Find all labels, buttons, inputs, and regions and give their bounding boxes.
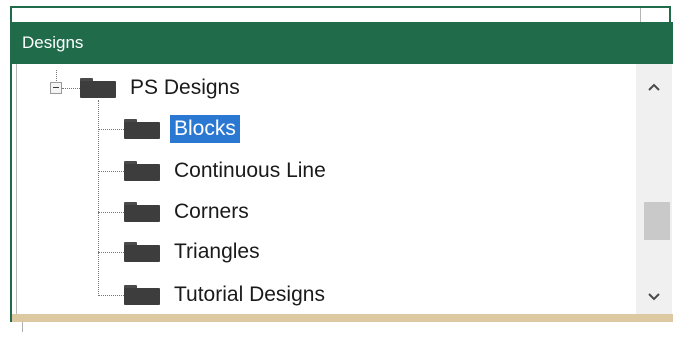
tree-connector-line [98, 129, 124, 130]
folder-icon [124, 202, 160, 222]
scroll-thumb[interactable] [644, 202, 670, 240]
bottom-splitter[interactable] [12, 314, 673, 322]
designs-panel-frame: Designs PS Designs Blocks Continuous Lin… [0, 0, 673, 337]
tree-node-continuous-line[interactable]: Continuous Line [124, 154, 330, 188]
folder-icon [124, 161, 160, 181]
folder-icon [124, 119, 160, 139]
tree-node-label: Blocks [170, 115, 240, 143]
collapse-toggle-icon[interactable] [50, 82, 62, 94]
tree-connector-line [98, 252, 124, 253]
scroll-down-button[interactable] [636, 282, 672, 312]
bottom-area [0, 322, 673, 337]
panel-title: Designs [12, 22, 673, 64]
tree-node-corners[interactable]: Corners [124, 195, 253, 229]
tree-node-blocks[interactable]: Blocks [124, 112, 240, 146]
tree-connector-line [62, 88, 80, 89]
folder-icon [124, 242, 160, 262]
chevron-down-icon [648, 293, 660, 301]
tree-node-label: Triangles [174, 240, 260, 263]
tree-node-tutorial-designs[interactable]: Tutorial Designs [124, 278, 329, 312]
tree-node-label: Corners [174, 200, 249, 223]
tree-connector-line [56, 70, 57, 81]
chevron-up-icon [648, 83, 660, 91]
tree-connector-line [98, 295, 124, 296]
vertical-scrollbar[interactable] [636, 64, 672, 314]
tree-connector-line [98, 171, 124, 172]
tree-node-label: PS Designs [130, 76, 240, 99]
tree-node-triangles[interactable]: Triangles [124, 235, 264, 269]
folder-icon [80, 78, 116, 98]
tree-connector-line [98, 212, 124, 213]
bottom-divider [22, 322, 23, 332]
tree-node-ps-designs[interactable]: PS Designs [80, 71, 244, 105]
scroll-up-button[interactable] [636, 72, 672, 102]
tree-node-label: Tutorial Designs [174, 283, 325, 306]
tree-node-label: Continuous Line [174, 159, 326, 182]
folder-icon [124, 285, 160, 305]
